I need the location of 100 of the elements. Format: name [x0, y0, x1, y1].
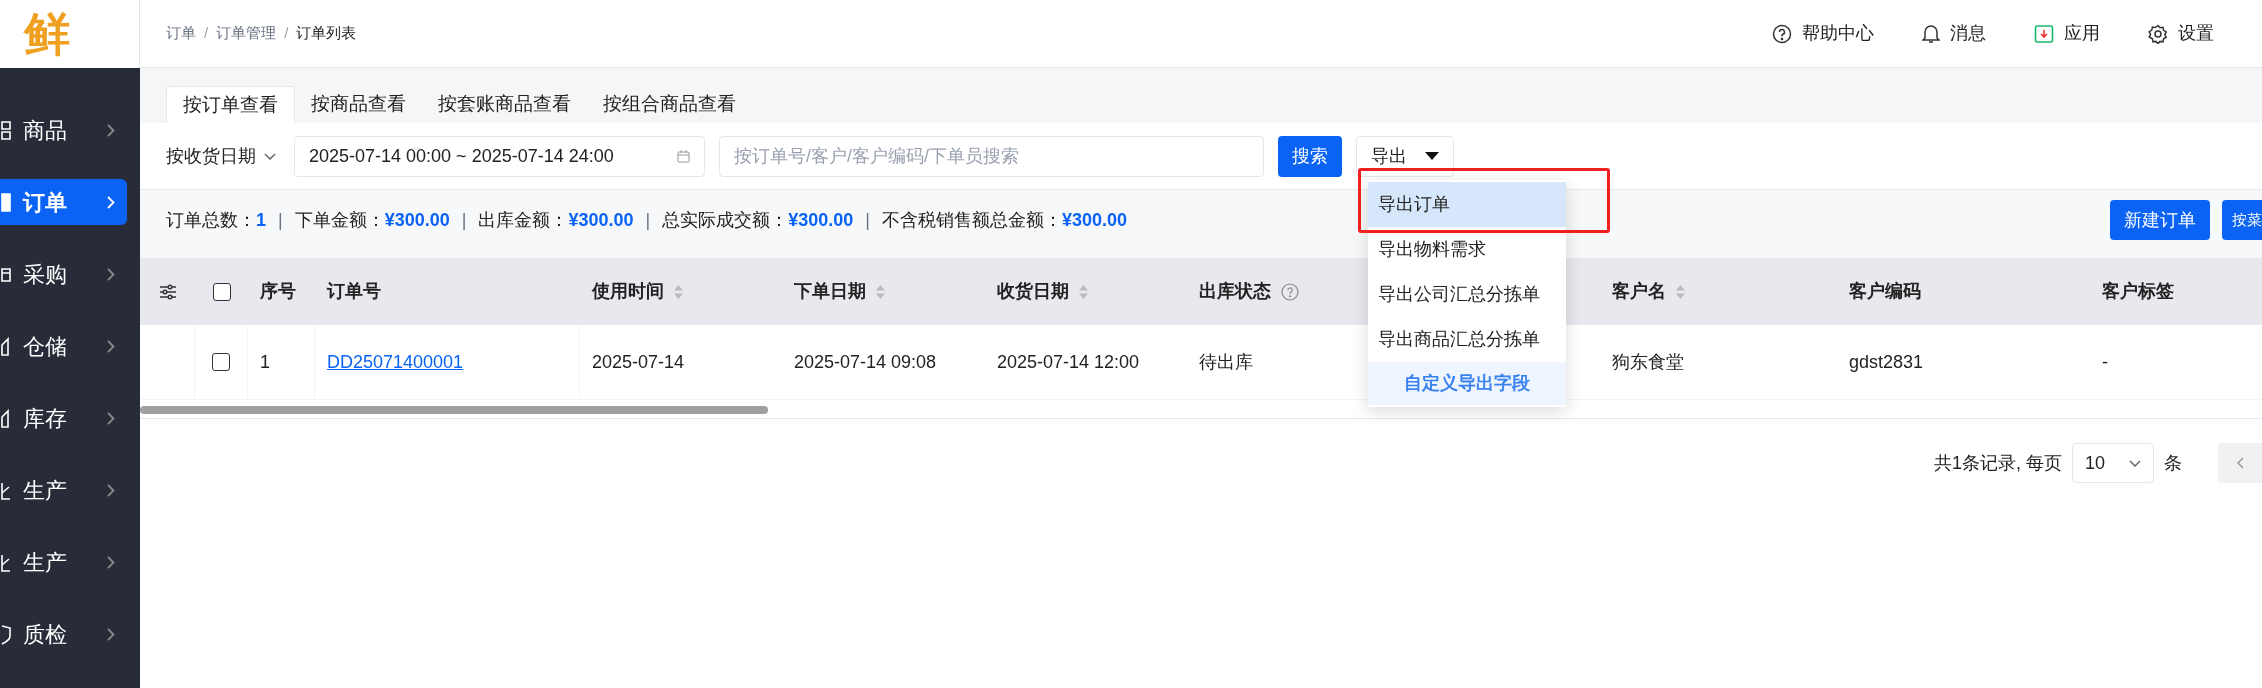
table-cell-text: gdst2831 — [1849, 350, 1924, 374]
previous-page-button[interactable] — [2218, 443, 2262, 483]
action-button[interactable]: 按菜 — [2222, 200, 2262, 240]
chevron-right-icon — [107, 123, 115, 137]
column-header[interactable]: 下单日期 — [782, 258, 985, 325]
date-range-field[interactable]: 2025-07-14 00:00 ~ 2025-07-14 24:00 — [294, 135, 705, 177]
breadcrumb-separator: / — [284, 23, 289, 44]
breadcrumb-link[interactable]: 订单管理 — [216, 22, 277, 45]
sidebar-item[interactable]: 质检 — [0, 611, 127, 657]
table-cell-text: 2025-07-14 09:08 — [794, 350, 937, 374]
sort-icon[interactable] — [674, 284, 683, 299]
chevron-right-icon — [107, 555, 115, 569]
chevron-right-icon — [107, 195, 115, 209]
chevron-left-icon — [2236, 457, 2244, 469]
view-tab[interactable]: 按订单查看 — [166, 86, 295, 123]
search-field[interactable]: 按订单号/客户/客户编码/下单员搜索 — [719, 135, 1264, 177]
caret-down-icon — [1425, 152, 1439, 160]
summary-value: ¥300.00 — [788, 208, 854, 232]
view-tab[interactable]: 按商品查看 — [295, 86, 422, 123]
summary-value: 1 — [256, 208, 266, 232]
sliders-icon[interactable] — [158, 283, 177, 300]
new-order-button[interactable]: 新建订单 — [2110, 200, 2210, 240]
menu-item-icon — [0, 191, 11, 213]
header-gear-button[interactable]: 设置 — [2148, 20, 2214, 47]
column-label: 订单号 — [327, 280, 381, 303]
table-cell-text: 1 — [260, 350, 270, 374]
summary-label: 下单金额： — [294, 208, 385, 232]
breadcrumb-link[interactable]: 订单列表 — [296, 22, 357, 45]
view-tab[interactable]: 按套账商品查看 — [422, 86, 587, 123]
column-header[interactable]: 订单号 — [315, 258, 580, 325]
column-label: 客户编码 — [1849, 280, 1921, 303]
sidebar-item[interactable]: 生产 — [0, 467, 127, 513]
order-number-link[interactable]: DD25071400001 — [327, 348, 464, 376]
column-header[interactable]: 使用时间 — [580, 258, 782, 325]
column-label: 收货日期 — [997, 280, 1069, 303]
column-label: 序号 — [260, 280, 296, 303]
breadcrumb-link[interactable]: 订单 — [166, 22, 196, 45]
checkbox[interactable] — [212, 353, 230, 371]
table-cell-text: 待出库 — [1199, 350, 1253, 374]
summary-separator: | — [645, 208, 651, 232]
menu-item-icon — [0, 623, 11, 645]
help-icon[interactable] — [1281, 282, 1299, 301]
chevron-right-icon — [107, 339, 115, 353]
column-header[interactable]: 收货日期 — [985, 258, 1187, 325]
chevron-down-icon — [264, 152, 276, 160]
export-menu-item[interactable]: 导出商品汇总分拣单 — [1368, 317, 1566, 362]
page-size-unit: 条 — [2164, 451, 2182, 475]
export-menu-item[interactable]: 导出公司汇总分拣单 — [1368, 272, 1566, 317]
column-label: 客户标签 — [2102, 280, 2174, 303]
header-app-button[interactable]: 应用 — [2034, 20, 2100, 47]
bell-icon — [1922, 23, 1940, 44]
chevron-right-icon — [107, 627, 115, 641]
summary-label: 不含税销售额总金额： — [882, 208, 1062, 232]
menu-item-icon — [0, 407, 11, 429]
column-header[interactable]: 客户编码 — [1837, 258, 2090, 325]
column-label: 出库状态 — [1199, 280, 1271, 303]
help-icon — [1772, 23, 1792, 44]
column-header[interactable]: 序号 — [248, 258, 315, 325]
sidebar-item[interactable]: 生产 — [0, 539, 127, 585]
header-bell-button[interactable]: 消息 — [1922, 20, 1986, 47]
sort-icon[interactable] — [1079, 284, 1088, 299]
sidebar-item[interactable]: 商品 — [0, 107, 127, 153]
table-cell-text: 狗东食堂 — [1612, 350, 1684, 374]
summary-label: 总实际成交额： — [662, 208, 789, 232]
sort-icon[interactable] — [1676, 284, 1685, 299]
column-label: 使用时间 — [592, 280, 664, 303]
column-header[interactable]: 客户名 — [1600, 258, 1837, 325]
chevron-down-icon — [2129, 459, 2141, 467]
sidebar-item[interactable]: 采购 — [0, 251, 127, 297]
summary-value: ¥300.00 — [568, 208, 634, 232]
column-header[interactable]: 客户标签 — [2090, 258, 2262, 325]
horizontal-scrollbar[interactable] — [140, 406, 768, 414]
sidebar-item[interactable]: 仓储 — [0, 323, 127, 369]
column-label: 客户名 — [1612, 280, 1666, 303]
summary-value: ¥300.00 — [1062, 208, 1128, 232]
export-menu-item[interactable]: 导出订单 — [1368, 182, 1566, 227]
export-button[interactable]: 导出 — [1356, 135, 1454, 177]
checkbox[interactable] — [212, 282, 231, 301]
chevron-right-icon — [107, 411, 115, 425]
sort-icon[interactable] — [876, 284, 885, 299]
summary-separator: | — [865, 208, 870, 232]
date-type-dropdown[interactable]: 按收货日期 — [166, 142, 280, 170]
sidebar-item[interactable]: 订单 — [0, 179, 127, 225]
chevron-right-icon — [107, 267, 115, 281]
chevron-right-icon — [107, 483, 115, 497]
search-button[interactable]: 搜索 — [1278, 135, 1342, 177]
menu-item-icon — [0, 335, 11, 357]
pagination-summary: 共1条记录, 每页 — [1934, 451, 2062, 475]
sidebar-item[interactable]: 库存 — [0, 395, 127, 441]
breadcrumb-separator: / — [204, 23, 209, 44]
header-help-button[interactable]: 帮助中心 — [1772, 20, 1874, 47]
calendar-icon — [677, 149, 690, 163]
column-label: 下单日期 — [794, 280, 866, 303]
summary-separator: | — [461, 208, 467, 232]
view-tab[interactable]: 按组合商品查看 — [587, 86, 752, 123]
summary-label: 出库金额： — [478, 208, 569, 232]
app-icon — [2034, 23, 2054, 44]
page-size-select[interactable]: 10 — [2072, 443, 2154, 483]
summary-separator: | — [278, 208, 283, 232]
table-cell-text: 2025-07-14 12:00 — [997, 350, 1140, 374]
